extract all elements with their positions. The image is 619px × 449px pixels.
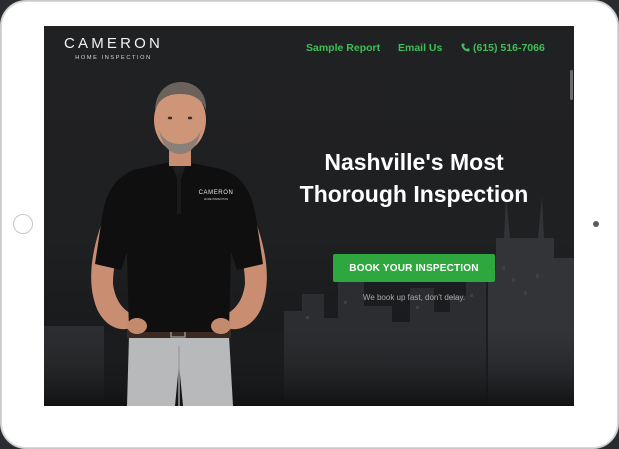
scrollbar[interactable] bbox=[570, 70, 573, 100]
book-inspection-button[interactable]: BOOK YOUR INSPECTION bbox=[333, 254, 495, 282]
inspector-photo: CAMERON HOME INSPECTION bbox=[91, 82, 267, 406]
hero-headline: Nashville's Most Thorough Inspection bbox=[289, 146, 539, 210]
logo-tagline: HOME INSPECTION bbox=[75, 55, 152, 61]
camera-icon bbox=[593, 221, 599, 227]
shirt-logo-tagline: HOME INSPECTION bbox=[204, 197, 228, 201]
nav-phone-link[interactable]: (615) 516-7066 bbox=[461, 42, 545, 54]
tablet-frame: CAMERON HOME INSPECTION Sample Report Em… bbox=[0, 0, 619, 449]
nav-sample-report-link[interactable]: Sample Report bbox=[306, 42, 380, 54]
nav-email-link[interactable]: Email Us bbox=[398, 42, 442, 54]
website-screen: CAMERON HOME INSPECTION Sample Report Em… bbox=[44, 26, 574, 406]
logo-name: CAMERON bbox=[63, 35, 164, 52]
home-button-icon[interactable] bbox=[13, 214, 33, 234]
phone-number: (615) 516-7066 bbox=[473, 42, 545, 54]
hero-headline-line2: Thorough Inspection bbox=[299, 181, 529, 207]
phone-icon bbox=[461, 43, 470, 52]
site-logo[interactable]: CAMERON HOME INSPECTION bbox=[61, 35, 166, 62]
shirt-logo-name: CAMERON bbox=[199, 190, 234, 196]
hero-headline-line1: Nashville's Most bbox=[324, 149, 504, 175]
cta-subtext: We book up fast, don't delay. bbox=[362, 293, 466, 302]
